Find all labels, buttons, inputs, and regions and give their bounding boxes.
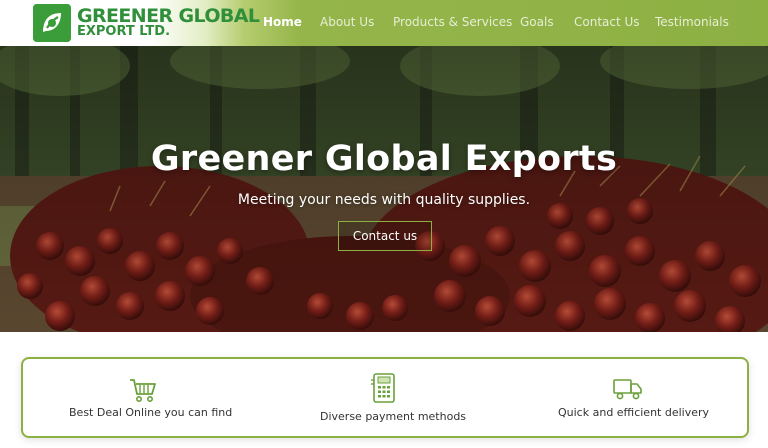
contact-us-button[interactable]: Contact us (338, 221, 432, 251)
nav-goals[interactable]: Goals (520, 15, 554, 29)
feature-label-best-deal: Best Deal Online you can find (69, 406, 233, 419)
site-header: GREENER GLOBAL EXPORT LTD. Home About Us… (0, 0, 768, 46)
nav-about-us[interactable]: About Us (320, 15, 374, 29)
brand-logo[interactable]: GREENER GLOBAL EXPORT LTD. (33, 4, 260, 42)
feature-label-delivery: Quick and efficient delivery (558, 406, 710, 419)
payment-terminal-icon (371, 372, 399, 408)
palm-fruit-background-image (0, 46, 768, 332)
nav-testimonials[interactable]: Testimonials (655, 15, 729, 29)
shopping-cart-icon (129, 377, 157, 407)
leaf-logo-icon (33, 4, 71, 42)
features-card: Best Deal Online you can find Diverse pa… (21, 357, 749, 438)
hero-subtitle: Meeting your needs with quality supplies… (237, 192, 531, 208)
nav-home[interactable]: Home (263, 15, 302, 29)
hero-banner: Greener Global Exports Meeting your need… (0, 46, 768, 332)
nav-products-services[interactable]: Products & Services (393, 15, 512, 29)
nav-contact-us[interactable]: Contact Us (574, 15, 640, 29)
brand-name-line2: EXPORT LTD. (77, 24, 171, 39)
hero-title: Greener Global Exports (150, 139, 618, 179)
delivery-truck-icon (613, 377, 643, 405)
feature-label-payment: Diverse payment methods (320, 410, 467, 423)
